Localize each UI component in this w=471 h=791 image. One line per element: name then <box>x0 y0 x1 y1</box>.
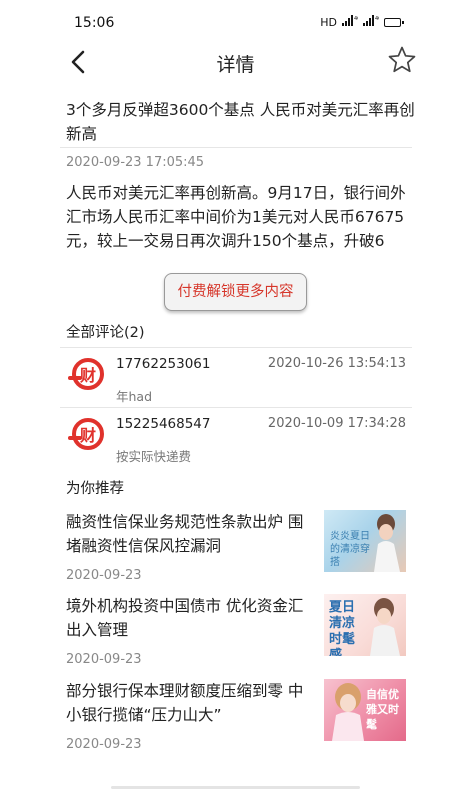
comment-date: 2020-10-26 13:54:13 <box>267 356 406 371</box>
divider <box>60 347 412 348</box>
network-type-label: HD <box>320 15 337 29</box>
status-icons: HD 4G 4G <box>320 15 404 29</box>
recommend-item[interactable]: 部分银行保本理财额度压缩到零 中小银行揽储“压力山大” 2020-09-23 自… <box>66 679 408 763</box>
star-outline-icon <box>388 46 416 73</box>
signal-icon-1: 4G <box>342 15 361 29</box>
recommend-thumbnail: 自信优雅又时髦 <box>324 679 406 741</box>
favorite-button[interactable] <box>386 44 418 76</box>
status-bar: 15:06 HD 4G 4G <box>0 0 471 42</box>
recommend-title: 融资性信保业务规范性条款出炉 围堵融资性信保风控漏洞 <box>66 513 304 555</box>
comment-item: 财 17762253061 2020-10-26 13:54:13 年had <box>60 350 412 408</box>
recommend-thumbnail: 炎炎夏日的清凉穿搭 <box>324 510 406 572</box>
recommend-thumbnail: 夏日清凉时髦感 <box>324 594 406 656</box>
avatar: 财 <box>66 354 110 394</box>
signal-icon-2: 4G <box>363 15 382 29</box>
recommend-heading: 为你推荐 <box>66 481 124 497</box>
comment-item: 财 15225468547 2020-10-09 17:34:28 按实际快递费 <box>60 410 412 468</box>
svg-text:4G: 4G <box>354 16 358 22</box>
comment-user: 15225468547 <box>116 416 211 432</box>
comments-heading: 全部评论(2) <box>66 325 145 341</box>
home-indicator <box>111 786 360 789</box>
finance-logo-icon: 财 <box>68 358 104 390</box>
recommend-date: 2020-09-23 <box>66 652 142 667</box>
recommend-title: 部分银行保本理财额度压缩到零 中小银行揽储“压力山大” <box>66 682 304 724</box>
comment-text: 年had <box>116 389 153 404</box>
comment-text: 按实际快递费 <box>116 449 192 464</box>
svg-text:财: 财 <box>79 426 96 445</box>
recommend-item[interactable]: 融资性信保业务规范性条款出炉 围堵融资性信保风控漏洞 2020-09-23 炎炎… <box>66 510 408 594</box>
nav-bar: 详情 <box>0 42 471 90</box>
comment-user: 17762253061 <box>116 356 211 372</box>
svg-text:财: 财 <box>79 366 96 385</box>
article-body: 人民币对美元汇率再创新高。9月17日，银行间外汇市场人民币汇率中间价为1美元对人… <box>66 184 406 250</box>
recommend-title: 境外机构投资中国债市 优化资金汇出入管理 <box>66 597 304 639</box>
battery-icon <box>384 17 404 27</box>
divider <box>60 147 412 148</box>
comment-date: 2020-10-09 17:34:28 <box>267 416 406 431</box>
thumbnail-caption: 夏日清凉时髦感 <box>329 600 356 656</box>
status-time: 15:06 <box>74 15 115 31</box>
article-timestamp: 2020-09-23 17:05:45 <box>66 155 205 170</box>
thumbnail-caption: 炎炎夏日的清凉穿搭 <box>330 531 370 568</box>
finance-logo-icon: 财 <box>68 418 104 450</box>
article-title: 3个多月反弹超3600个基点 人民币对美元汇率再创新高 <box>66 101 415 143</box>
recommend-item[interactable]: 境外机构投资中国债市 优化资金汇出入管理 2020-09-23 夏日清凉时髦感 <box>66 594 408 678</box>
unlock-content-button[interactable]: 付费解锁更多内容 <box>164 273 307 311</box>
divider <box>60 407 412 408</box>
avatar: 财 <box>66 414 110 454</box>
news-detail-screen: 15:06 HD 4G 4G <box>0 0 471 791</box>
recommend-date: 2020-09-23 <box>66 737 142 752</box>
recommend-date: 2020-09-23 <box>66 568 142 583</box>
thumbnail-caption: 自信优雅又时髦 <box>366 688 399 731</box>
svg-text:4G: 4G <box>375 16 379 22</box>
